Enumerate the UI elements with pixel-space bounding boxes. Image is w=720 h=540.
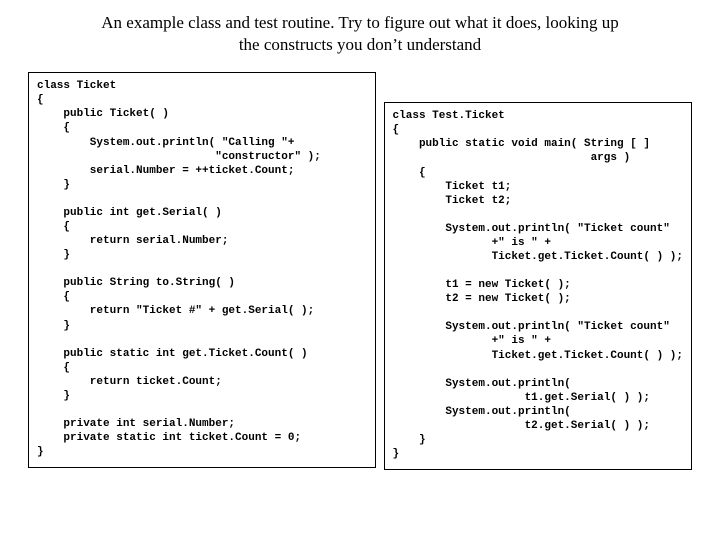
heading-line-1: An example class and test routine. Try t… [101,13,619,32]
code-box-test-ticket-class: class Test.Ticket { public static void m… [384,102,692,470]
slide-heading: An example class and test routine. Try t… [28,12,692,56]
code-panels: class Ticket { public Ticket( ) { System… [28,72,692,470]
code-box-ticket-class: class Ticket { public Ticket( ) { System… [28,72,376,468]
heading-line-2: the constructs you don’t understand [239,35,481,54]
